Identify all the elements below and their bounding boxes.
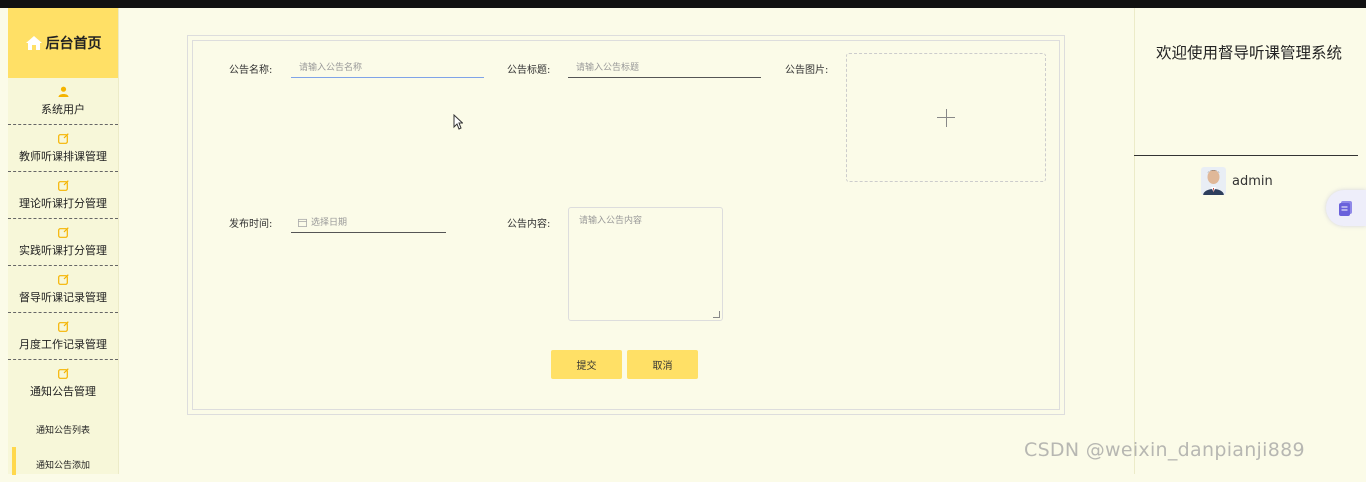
right-panel-divider	[1134, 155, 1358, 156]
edit-icon	[57, 179, 69, 191]
edit-icon	[57, 273, 69, 285]
sidebar-item-label: 系统用户	[41, 102, 85, 116]
sidebar-item-theory-scoring[interactable]: 理论听课打分管理	[8, 172, 118, 219]
notice-title-label: 公告标题:	[507, 65, 551, 76]
image-upload-box[interactable]	[846, 53, 1046, 182]
submenu-item-label: 通知公告列表	[35, 426, 90, 436]
sidebar-item-notice-management[interactable]: 通知公告管理	[8, 360, 118, 406]
notice-content-placeholder: 请输入公告内容	[579, 216, 643, 226]
sidebar-item-label: 实践听课打分管理	[19, 243, 107, 257]
sidebar-item-label: 教师听课排课管理	[19, 149, 107, 163]
sidebar: 后台首页 系统用户 教师听课排课管理 理论听课打分管理 实践听课打分管理 督导听…	[8, 8, 119, 475]
sidebar-item-label: 通知公告管理	[30, 384, 96, 398]
sidebar-item-practice-scoring[interactable]: 实践听课打分管理	[8, 219, 118, 266]
submenu-item-notice-list[interactable]: 通知公告列表	[8, 412, 118, 447]
edit-icon	[57, 367, 69, 379]
notice-content-label: 公告内容:	[507, 219, 551, 230]
sidebar-home-label: 后台首页	[45, 36, 102, 52]
sidebar-item-monthly-records[interactable]: 月度工作记录管理	[8, 313, 118, 360]
publish-time-picker[interactable]: 选择日期	[291, 213, 446, 233]
floating-notes-button[interactable]	[1326, 190, 1366, 226]
notice-name-input[interactable]: 请输入公告名称	[291, 58, 484, 78]
resize-grip-icon[interactable]	[713, 311, 720, 318]
notes-icon	[1339, 201, 1352, 216]
sidebar-item-supervision-records[interactable]: 督导听课记录管理	[8, 266, 118, 313]
username[interactable]: admin	[1232, 174, 1273, 189]
submit-button[interactable]: 提交	[551, 350, 622, 379]
edit-icon	[57, 226, 69, 238]
submenu-item-label: 通知公告添加	[35, 461, 90, 471]
cancel-button[interactable]: 取消	[627, 350, 698, 379]
publish-time-placeholder: 选择日期	[311, 217, 348, 228]
sidebar-item-system-users[interactable]: 系统用户	[8, 78, 118, 125]
watermark: CSDN @weixin_danpianji889	[1024, 439, 1305, 461]
top-bar	[0, 0, 1366, 8]
notice-name-label: 公告名称:	[229, 65, 273, 76]
sidebar-item-label: 月度工作记录管理	[19, 337, 107, 351]
sidebar-home-link[interactable]: 后台首页	[8, 8, 118, 78]
welcome-title: 欢迎使用督导听课管理系统	[1155, 44, 1342, 62]
calendar-icon	[298, 218, 307, 227]
notice-image-label: 公告图片:	[785, 65, 829, 76]
right-panel	[1134, 8, 1359, 474]
notice-content-textarea[interactable]: 请输入公告内容	[568, 207, 723, 321]
publish-time-label: 发布时间:	[229, 219, 273, 230]
mouse-cursor-icon	[453, 114, 463, 130]
edit-icon	[57, 320, 69, 332]
sidebar-item-label: 理论听课打分管理	[19, 196, 107, 210]
plus-icon	[937, 108, 955, 127]
user-icon	[58, 86, 68, 97]
sidebar-item-label: 督导听课记录管理	[19, 290, 107, 304]
submenu-item-notice-add[interactable]: 通知公告添加	[8, 447, 118, 482]
avatar[interactable]	[1201, 167, 1226, 195]
notice-title-input[interactable]: 请输入公告标题	[568, 58, 761, 78]
sidebar-item-teacher-schedule[interactable]: 教师听课排课管理	[8, 125, 118, 172]
edit-icon	[57, 132, 69, 144]
home-icon	[25, 36, 42, 50]
